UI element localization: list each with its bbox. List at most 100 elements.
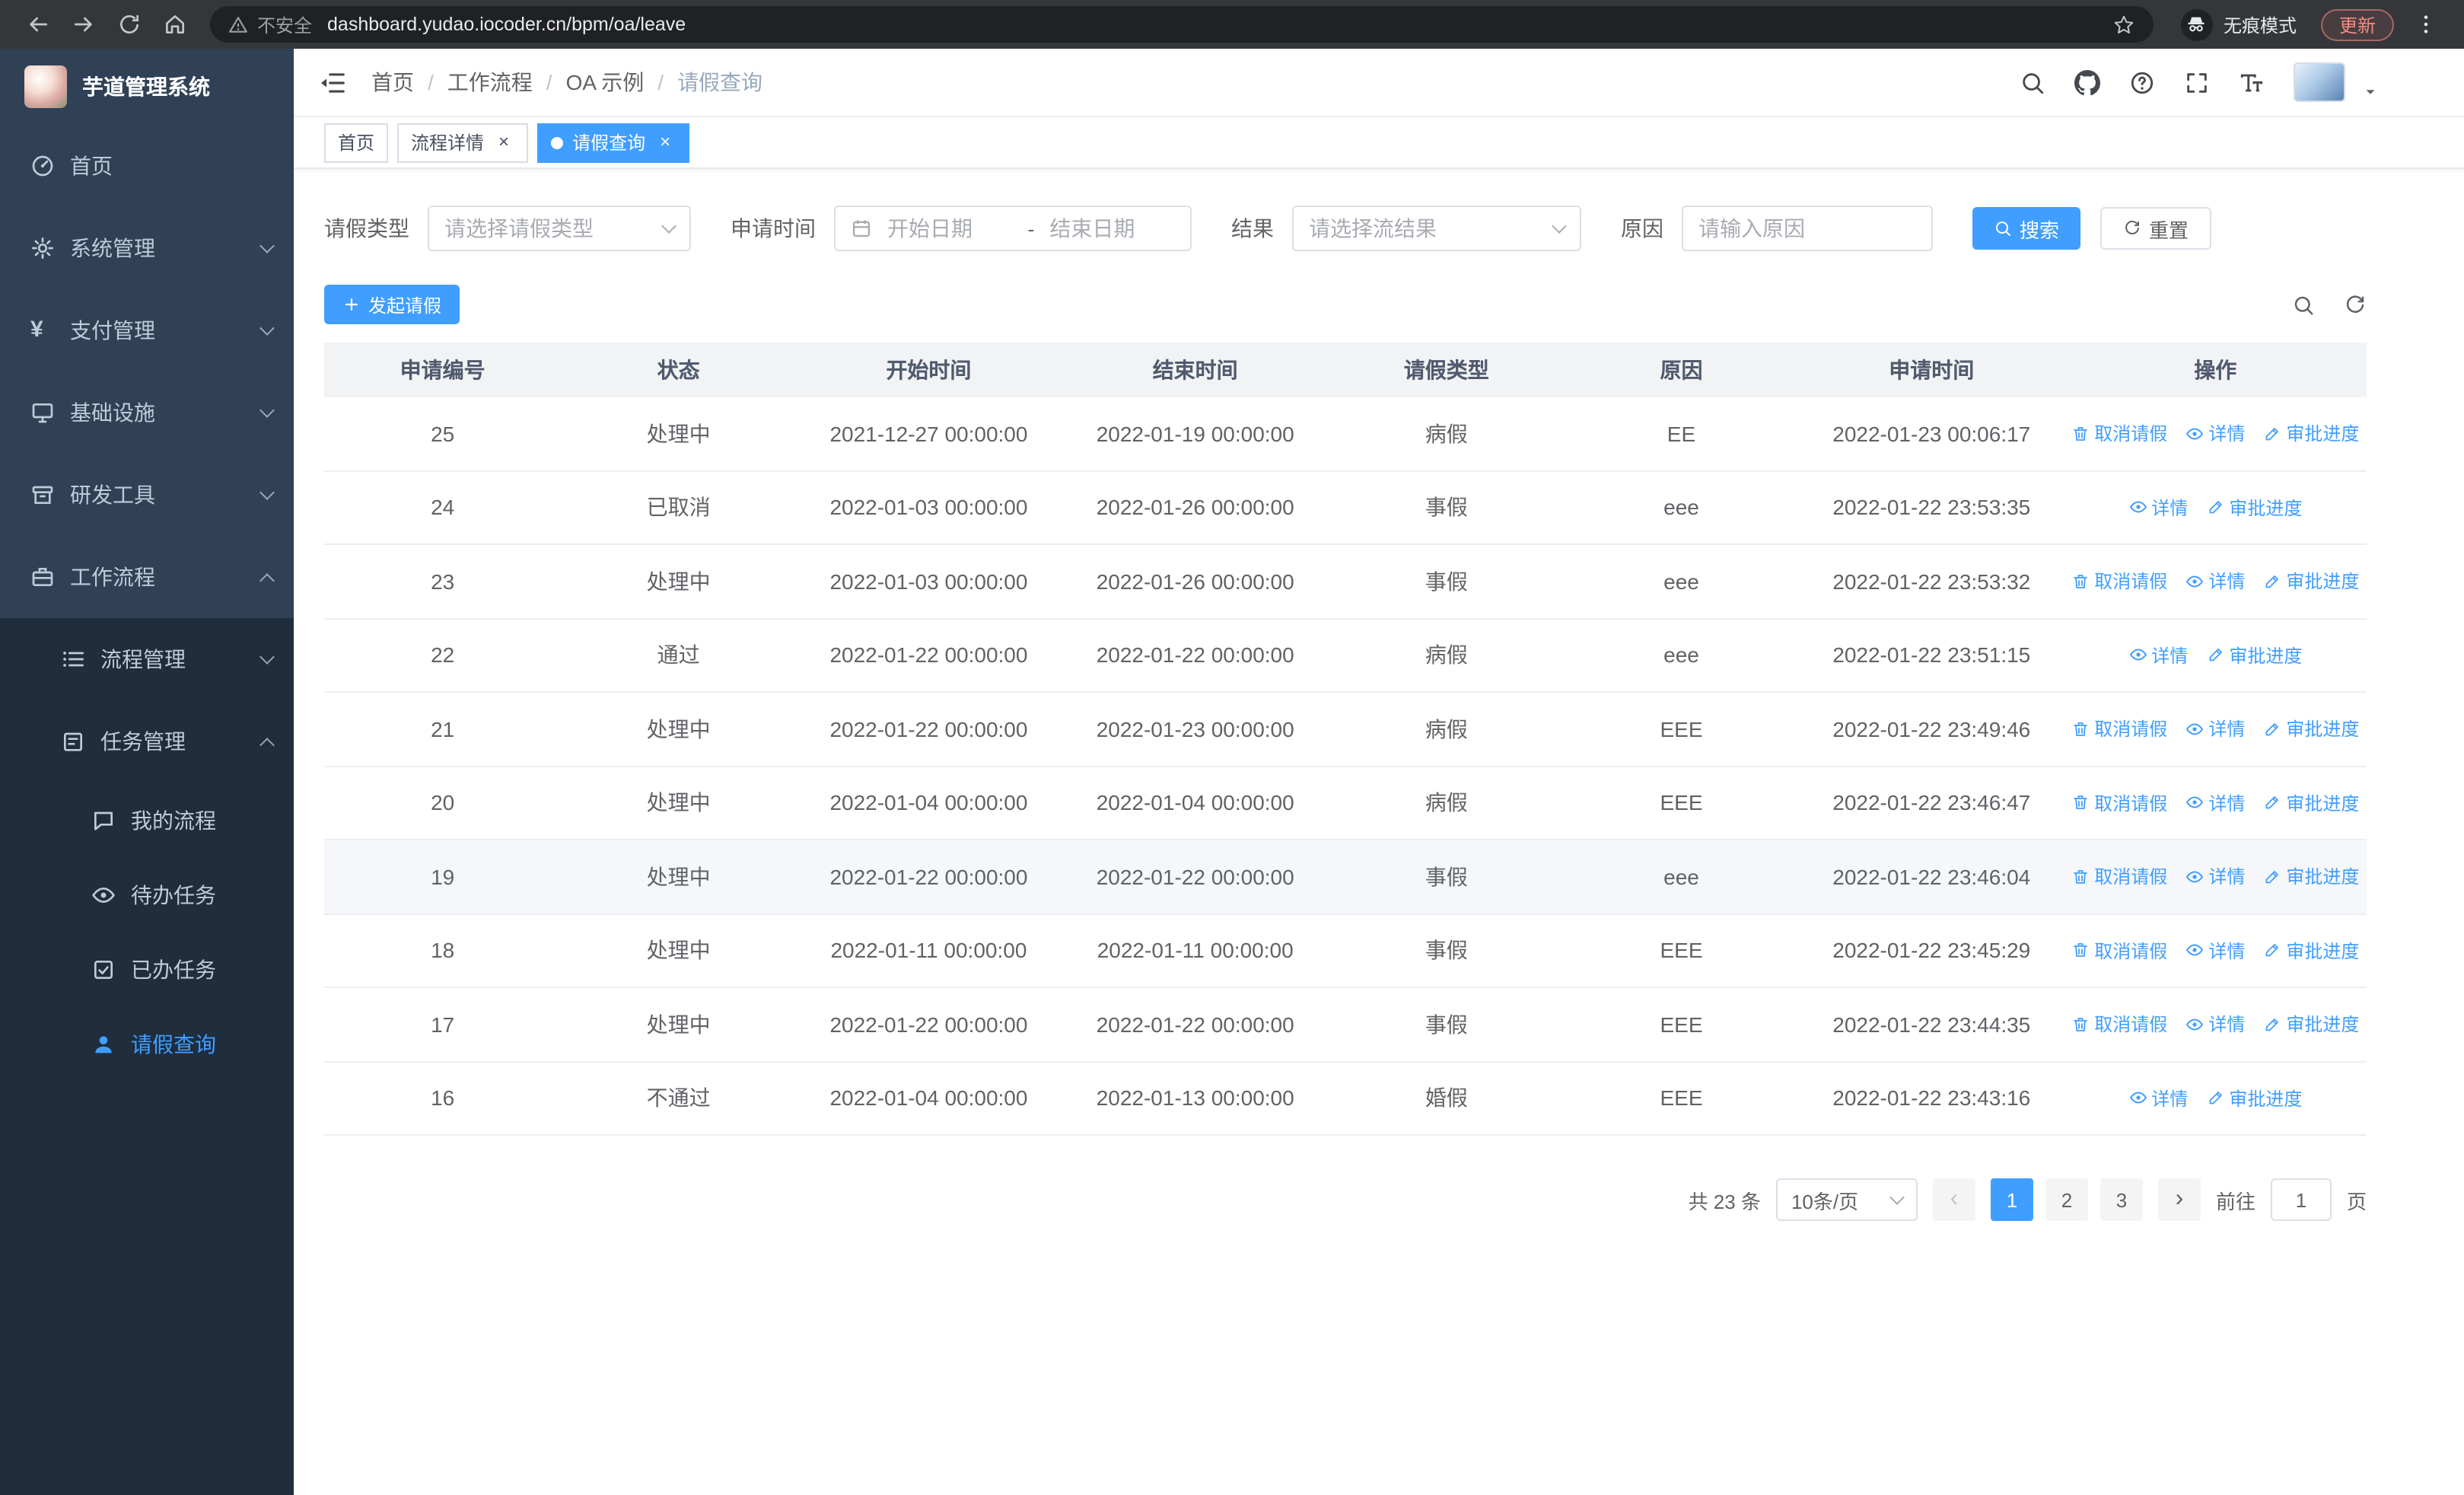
cancel-leave-link[interactable]: 取消请假: [2071, 716, 2167, 742]
sidebar-item-infrastructure[interactable]: 基础设施: [0, 371, 294, 454]
toggle-search-icon[interactable]: [2292, 293, 2315, 316]
reload-icon[interactable]: [117, 12, 142, 37]
detail-link[interactable]: 详情: [2185, 716, 2245, 742]
detail-link[interactable]: 详情: [2185, 938, 2245, 964]
cell: 2022-01-22 23:49:46: [1832, 716, 2031, 741]
chevron-down-icon: [661, 218, 676, 234]
breadcrumb-item[interactable]: OA 示例: [566, 67, 645, 97]
cancel-leave-link[interactable]: 取消请假: [2071, 790, 2167, 816]
page-button-2[interactable]: 2: [2045, 1178, 2088, 1221]
close-icon[interactable]: ×: [493, 131, 514, 153]
chevron-down-icon[interactable]: [2362, 83, 2379, 100]
progress-link[interactable]: 审批进度: [2263, 938, 2359, 964]
sidebar-item-dev-tools[interactable]: 研发工具: [0, 454, 294, 536]
url-bar[interactable]: 不安全 dashboard.yudao.iocoder.cn/bpm/oa/le…: [210, 6, 2154, 43]
font-size-icon[interactable]: [2239, 69, 2265, 95]
progress-link[interactable]: 审批进度: [2263, 716, 2359, 742]
tab-process-detail[interactable]: 流程详情 ×: [397, 123, 529, 162]
bookmark-star-icon[interactable]: [2112, 13, 2135, 36]
user-icon: [91, 1031, 116, 1056]
breadcrumb-item[interactable]: 首页: [371, 67, 414, 97]
cell: 事假: [1425, 864, 1468, 889]
progress-link[interactable]: 审批进度: [2206, 495, 2302, 521]
table-toolbar: 发起请假: [324, 285, 2367, 324]
cell: 2022-01-04 00:00:00: [829, 1085, 1028, 1111]
progress-link[interactable]: 审批进度: [2263, 864, 2359, 890]
cell: 2022-01-22 23:53:35: [1832, 495, 2031, 520]
sidebar-item-todo-tasks[interactable]: 待办任务: [0, 857, 294, 932]
sidebar-item-workflow[interactable]: 工作流程: [0, 536, 294, 618]
cancel-leave-link[interactable]: 取消请假: [2071, 421, 2167, 447]
progress-link[interactable]: 审批进度: [2263, 1012, 2359, 1038]
sidebar-item-system-management[interactable]: 系统管理: [0, 207, 294, 289]
cell: EEE: [1660, 716, 1703, 741]
sidebar-item-home[interactable]: 首页: [0, 125, 294, 207]
collapse-sidebar-icon[interactable]: [318, 68, 347, 97]
tab-home[interactable]: 首页: [324, 123, 389, 162]
column-header: 状态: [657, 358, 700, 382]
sidebar-item-done-tasks[interactable]: 已办任务: [0, 932, 294, 1006]
cell: 2022-01-22 23:44:35: [1832, 1012, 2031, 1037]
home-icon[interactable]: [163, 12, 187, 37]
cancel-leave-link[interactable]: 取消请假: [2071, 569, 2167, 594]
update-button[interactable]: 更新: [2320, 8, 2394, 40]
url-text[interactable]: dashboard.yudao.iocoder.cn/bpm/oa/leave: [327, 14, 2100, 35]
progress-link[interactable]: 审批进度: [2263, 421, 2359, 447]
cancel-leave-link[interactable]: 取消请假: [2071, 938, 2167, 964]
cancel-leave-link[interactable]: 取消请假: [2071, 864, 2167, 890]
table-header: 申请编号 状态 开始时间 结束时间 请假类型 原因 申请时间 操作: [324, 343, 2367, 397]
leave-type-select[interactable]: 请选择请假类型: [428, 206, 691, 251]
not-secure-label[interactable]: 不安全: [257, 11, 312, 37]
progress-link[interactable]: 审批进度: [2263, 569, 2359, 594]
detail-link[interactable]: 详情: [2128, 1085, 2188, 1111]
forward-icon[interactable]: [72, 12, 96, 37]
prev-page-button[interactable]: ‹: [1932, 1178, 1975, 1221]
apply-time-range-picker[interactable]: 开始日期 - 结束日期: [834, 206, 1192, 251]
detail-link[interactable]: 详情: [2185, 1012, 2245, 1038]
fullscreen-icon[interactable]: [2184, 69, 2210, 95]
page-button-1[interactable]: 1: [1990, 1178, 2033, 1221]
refresh-table-icon[interactable]: [2344, 293, 2367, 316]
sidebar-item-my-processes[interactable]: 我的流程: [0, 783, 294, 857]
github-icon[interactable]: [2074, 69, 2100, 95]
toolbox-icon: [30, 483, 55, 507]
back-icon[interactable]: [26, 12, 50, 37]
cell: 已取消: [646, 495, 711, 520]
column-header: 原因: [1660, 358, 1703, 382]
detail-link[interactable]: 详情: [2128, 642, 2188, 668]
result-select[interactable]: 请选择流结果: [1292, 206, 1581, 251]
detail-link[interactable]: 详情: [2185, 864, 2245, 890]
sidebar-item-task-management[interactable]: 任务管理: [0, 700, 294, 783]
reason-input[interactable]: [1682, 206, 1933, 251]
search-button[interactable]: 搜索: [1972, 207, 2081, 250]
create-leave-button[interactable]: 发起请假: [324, 285, 460, 324]
page-button-3[interactable]: 3: [2099, 1178, 2143, 1221]
actions-cell: 取消请假 详情 审批进度: [2064, 767, 2367, 839]
detail-link[interactable]: 详情: [2185, 421, 2245, 447]
cancel-leave-link[interactable]: 取消请假: [2071, 1012, 2167, 1038]
sidebar-item-payment-management[interactable]: ¥ 支付管理: [0, 289, 294, 371]
detail-link[interactable]: 详情: [2185, 569, 2245, 594]
search-icon[interactable]: [2020, 69, 2045, 95]
goto-page-input[interactable]: [2270, 1178, 2332, 1221]
avatar[interactable]: [2294, 62, 2345, 102]
sidebar-item-process-management[interactable]: 流程管理: [0, 618, 294, 700]
tab-leave-query[interactable]: 请假查询 ×: [537, 123, 690, 162]
page-size-select[interactable]: 10条/页: [1775, 1178, 1918, 1221]
progress-link[interactable]: 审批进度: [2263, 790, 2359, 816]
breadcrumb-separator: /: [428, 70, 434, 94]
help-icon[interactable]: [2129, 69, 2155, 95]
close-icon[interactable]: ×: [654, 131, 676, 153]
progress-link[interactable]: 审批进度: [2206, 642, 2302, 668]
detail-link[interactable]: 详情: [2128, 495, 2188, 521]
progress-link[interactable]: 审批进度: [2206, 1085, 2302, 1111]
reset-button[interactable]: 重置: [2100, 207, 2212, 250]
sidebar-item-label: 请假查询: [131, 1031, 216, 1056]
next-page-button[interactable]: ›: [2157, 1178, 2201, 1221]
cell: EEE: [1660, 1085, 1703, 1111]
sidebar-item-leave-query[interactable]: 请假查询: [0, 1006, 294, 1081]
logo[interactable]: 芋道管理系统: [0, 49, 294, 125]
browser-menu-icon[interactable]: [2414, 12, 2438, 37]
detail-link[interactable]: 详情: [2185, 790, 2245, 816]
breadcrumb-item[interactable]: 工作流程: [447, 67, 533, 97]
